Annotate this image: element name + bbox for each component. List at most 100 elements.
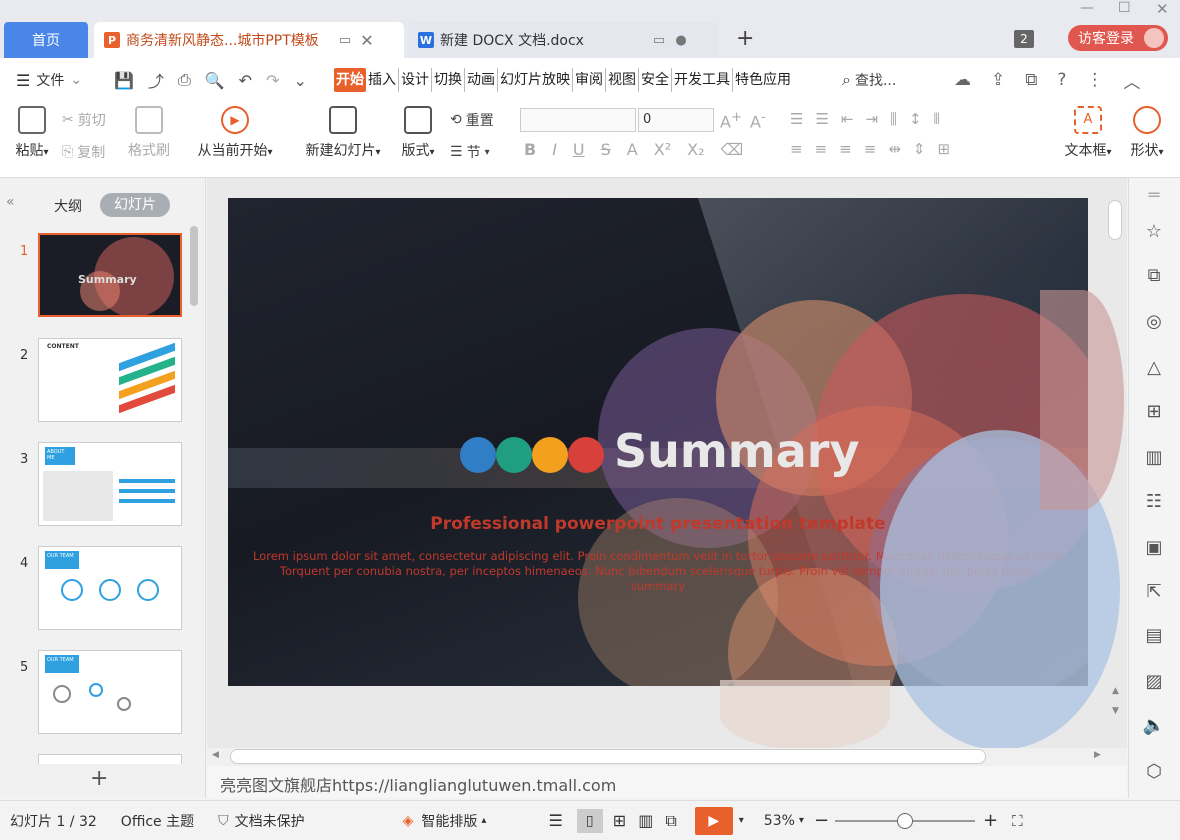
- more-vertical-icon[interactable]: ⋮: [1086, 70, 1103, 90]
- hamburger-icon[interactable]: ☰: [16, 71, 30, 90]
- chart-icon[interactable]: ▥: [1142, 446, 1166, 470]
- panel-scrollbar[interactable]: [190, 226, 198, 306]
- tab-transition[interactable]: 切换: [431, 68, 464, 92]
- justify-icon[interactable]: ≡: [864, 140, 877, 158]
- italic-icon[interactable]: I: [552, 140, 557, 159]
- layout-button[interactable]: 版式▾: [396, 106, 440, 160]
- increase-indent-icon[interactable]: ⇥: [865, 110, 878, 128]
- scroll-right-icon[interactable]: ▶: [1094, 750, 1101, 760]
- tab-start[interactable]: 开始: [334, 68, 366, 92]
- align-left-icon[interactable]: ≡: [790, 140, 803, 158]
- zoom-out-icon[interactable]: −: [814, 810, 829, 831]
- zoom-in-icon[interactable]: +: [983, 810, 998, 831]
- theme-name[interactable]: Office 主题: [121, 811, 194, 831]
- file-menu[interactable]: 文件: [36, 70, 64, 90]
- audio-icon[interactable]: 🔈: [1142, 714, 1166, 738]
- smart-layout-button[interactable]: 智能排版: [421, 811, 477, 831]
- increase-font-icon[interactable]: A+: [720, 110, 742, 131]
- search-menu[interactable]: 查找...: [855, 70, 896, 90]
- zoom-options-icon[interactable]: ▾: [799, 815, 804, 826]
- chevron-down-icon[interactable]: ⌄: [70, 72, 82, 88]
- distribute-icon[interactable]: ⇹: [888, 140, 901, 158]
- share-link-icon[interactable]: ⤴: [148, 68, 164, 92]
- save-icon[interactable]: 💾: [114, 71, 134, 90]
- tab-review[interactable]: 审阅: [572, 68, 605, 92]
- zoom-level[interactable]: 53%: [764, 813, 795, 829]
- window-count-badge[interactable]: 2: [1014, 30, 1034, 48]
- underline-icon[interactable]: U: [573, 140, 585, 159]
- close-icon[interactable]: ✕: [356, 31, 378, 50]
- new-slide-button[interactable]: 新建幻灯片▾: [298, 106, 388, 160]
- cloud-icon[interactable]: ☁: [954, 70, 971, 90]
- dot-icon[interactable]: ●: [670, 33, 692, 48]
- zoom-slider[interactable]: [835, 812, 976, 829]
- security-icon[interactable]: ⬡: [1142, 760, 1166, 784]
- undo-icon[interactable]: ↶: [239, 71, 252, 90]
- more-icon[interactable]: ⌄: [293, 71, 306, 90]
- grid-icon[interactable]: ⊞: [1142, 400, 1166, 424]
- outline-tab[interactable]: 大纲: [54, 196, 82, 216]
- export-icon[interactable]: ⇱: [1142, 580, 1166, 604]
- presenter-view-icon[interactable]: ⧉: [665, 811, 676, 831]
- font-family-select[interactable]: [520, 108, 636, 132]
- shape-button[interactable]: 形状▾: [1124, 106, 1170, 160]
- print-preview-icon[interactable]: 🔍: [205, 71, 225, 90]
- play-options-icon[interactable]: ▾: [739, 815, 744, 826]
- tab-ppt-document[interactable]: P 商务清新风静态...城市PPT模板 ▭ ✕: [94, 22, 404, 58]
- superscript-icon[interactable]: X²: [654, 140, 671, 159]
- minimize-icon[interactable]: —: [1080, 0, 1094, 16]
- caret-up-icon[interactable]: ▴: [481, 815, 486, 826]
- help-icon[interactable]: ?: [1057, 70, 1066, 90]
- collaborate-icon[interactable]: ⧉: [1025, 70, 1037, 90]
- new-tab-plus-icon[interactable]: +: [736, 26, 754, 51]
- align-right-icon[interactable]: ≡: [839, 140, 852, 158]
- slide-thumbnail-6-partial[interactable]: [38, 754, 182, 764]
- tab-animation[interactable]: 动画: [464, 68, 497, 92]
- paste-button[interactable]: 粘贴▾: [10, 106, 54, 160]
- slide-thumbnail-1[interactable]: Summary: [38, 233, 182, 317]
- font-size-select[interactable]: 0: [638, 108, 714, 132]
- tab-developer[interactable]: 开发工具: [671, 68, 732, 92]
- copy-button[interactable]: ⎘ 复制: [62, 142, 105, 162]
- slides-tab[interactable]: 幻灯片: [100, 193, 170, 217]
- decrease-indent-icon[interactable]: ⇤: [841, 110, 854, 128]
- subscript-icon[interactable]: X₂: [687, 140, 704, 159]
- drag-handle-icon[interactable]: ═: [1142, 184, 1166, 208]
- fill-icon[interactable]: △: [1142, 356, 1166, 380]
- font-color-icon[interactable]: A: [627, 140, 638, 159]
- search-icon[interactable]: ⌕: [842, 70, 851, 90]
- bold-icon[interactable]: B: [524, 140, 536, 159]
- tab-security[interactable]: 安全: [638, 68, 671, 92]
- vertical-scrollbar[interactable]: [1108, 200, 1122, 240]
- tab-slideshow[interactable]: 幻灯片放映: [497, 68, 572, 92]
- paragraph-spacing-icon[interactable]: ⇕: [913, 140, 926, 158]
- line-spacing-icon[interactable]: ↕: [909, 110, 922, 128]
- align-center-icon[interactable]: ≡: [815, 140, 828, 158]
- archive-icon[interactable]: ▤: [1142, 624, 1166, 648]
- cut-button[interactable]: ✂ 剪切: [62, 110, 106, 130]
- horizontal-scrollbar[interactable]: [230, 749, 986, 764]
- guest-login-button[interactable]: 访客登录: [1068, 25, 1168, 51]
- picture-library-icon[interactable]: ▣: [1142, 536, 1166, 560]
- share-icon[interactable]: ⇪: [991, 70, 1005, 90]
- maximize-icon[interactable]: ☐: [1118, 0, 1131, 16]
- tab-design[interactable]: 设计: [398, 68, 431, 92]
- notes-toggle-icon[interactable]: ☰: [548, 811, 562, 830]
- tab-insert[interactable]: 插入: [366, 68, 398, 92]
- vertical-align-icon[interactable]: ⊞: [937, 140, 950, 158]
- tab-features[interactable]: 特色应用: [732, 68, 793, 92]
- slide-title[interactable]: Summary: [614, 424, 859, 478]
- scroll-down-icon[interactable]: ▼: [1112, 706, 1119, 716]
- zoom-slider-thumb[interactable]: [897, 812, 914, 829]
- textbox-button[interactable]: A 文本框▾: [1060, 106, 1116, 160]
- slide-thumbnail-2[interactable]: CONTENT: [38, 338, 182, 422]
- strikethrough-icon[interactable]: S: [601, 140, 611, 159]
- scroll-up-icon[interactable]: ▲: [1112, 686, 1119, 696]
- reset-button[interactable]: ⟲ 重置: [450, 110, 494, 130]
- slide-thumbnail-4[interactable]: OUR TEAM: [38, 546, 182, 630]
- monitor-icon[interactable]: ▭: [648, 33, 670, 48]
- print-icon[interactable]: ⎙: [178, 70, 191, 90]
- collapse-ribbon-icon[interactable]: ︿: [1123, 68, 1140, 93]
- decrease-font-icon[interactable]: A-: [750, 110, 766, 131]
- star-icon[interactable]: ☆: [1142, 220, 1166, 244]
